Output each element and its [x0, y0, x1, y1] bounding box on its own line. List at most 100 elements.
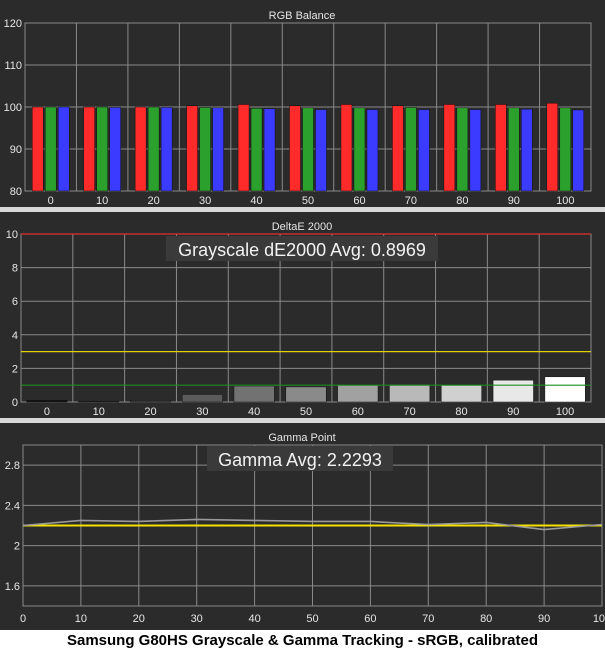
- rgb-bar-green: [559, 107, 572, 192]
- rgb-bar-red: [186, 105, 198, 192]
- charts-canvas: RGB Balance80901001101200 10 20 30 40 50 60 70 8…: [0, 0, 605, 630]
- rgb-bar-green: [147, 106, 160, 192]
- rgb-bar-green: [199, 107, 211, 192]
- x-tick-label: 50: [306, 613, 318, 625]
- x-tick-label: 30: [199, 195, 211, 207]
- deltae-bar: [389, 384, 431, 403]
- y-tick-label: 100: [4, 102, 22, 114]
- x-tick-label: 80: [455, 406, 467, 418]
- x-tick-label: 40: [250, 195, 262, 207]
- chart-title: Gamma Point: [268, 432, 335, 444]
- chart-title: RGB Balance: [269, 10, 336, 22]
- x-tick-label: 0: [20, 613, 26, 625]
- deltae-bar: [233, 385, 275, 403]
- rgb-bar-blue: [160, 107, 173, 192]
- deltae-bar: [337, 384, 379, 403]
- chart-title: DeltaE 2000: [272, 221, 333, 233]
- rgb-bar-red: [443, 104, 456, 192]
- rgb-bar-green: [405, 107, 417, 192]
- deltae-bar: [492, 379, 534, 403]
- rgb-bar-red: [495, 104, 507, 192]
- x-tick-label: 10: [75, 613, 87, 625]
- x-tick-label: 0: [44, 406, 50, 418]
- rgb-bar-blue: [521, 108, 533, 192]
- deltae-bar: [130, 400, 172, 403]
- x-tick-label: 30: [191, 613, 203, 625]
- rgb-bar-red: [31, 106, 44, 192]
- x-tick-label: 80: [480, 613, 492, 625]
- x-tick-label: 10: [96, 195, 108, 207]
- x-tick-label: 80: [456, 195, 468, 207]
- panel-separator: [0, 418, 605, 423]
- y-tick-label: 110: [4, 60, 22, 72]
- y-tick-label: 120: [4, 18, 22, 30]
- deltae-bar: [285, 386, 327, 403]
- rgb-bar-green: [250, 108, 263, 192]
- y-tick-label: 10: [6, 229, 18, 241]
- rgb-bar-red: [546, 102, 559, 192]
- x-tick-label: 50: [300, 406, 312, 418]
- x-tick-label: 40: [248, 406, 260, 418]
- gamma-average-label: Gamma Avg: 2.2293: [218, 450, 382, 470]
- y-tick-label: 80: [10, 186, 22, 198]
- y-tick-label: 2: [12, 363, 18, 375]
- x-tick-label: 60: [364, 613, 376, 625]
- rgb-bar-green: [302, 107, 314, 192]
- rgb-bar-red: [134, 106, 147, 192]
- rgb-bar-blue: [572, 109, 585, 192]
- x-tick-label: 40: [248, 613, 260, 625]
- rgb-bar-red: [83, 106, 95, 192]
- panel-separator: [0, 207, 605, 212]
- x-tick-label: 20: [133, 613, 145, 625]
- y-tick-label: 8: [12, 263, 18, 275]
- y-tick-label: 2.4: [5, 500, 20, 512]
- rgb-bar-blue: [469, 109, 482, 192]
- deltae-bar: [78, 400, 120, 403]
- rgb-bar-green: [96, 106, 108, 192]
- figure: RGB Balance 80 90 100 110 120 0 10 20 30 40 50 60 70 8…: [0, 0, 605, 652]
- rgb-bar-blue: [366, 109, 379, 192]
- x-tick-label: 60: [352, 406, 364, 418]
- x-tick-label: 100: [556, 195, 574, 207]
- rgb-bar-green: [456, 107, 469, 192]
- rgb-bar-blue: [263, 108, 276, 192]
- rgb-bar-green: [508, 107, 520, 192]
- x-tick-label: 10: [93, 406, 105, 418]
- x-tick-label: 0: [48, 195, 54, 207]
- rgb-bar-green: [353, 107, 366, 192]
- rgb-bar-blue: [212, 107, 224, 192]
- x-tick-label: 100: [556, 406, 574, 418]
- x-tick-label: 60: [353, 195, 365, 207]
- x-tick-label: 100: [593, 613, 605, 625]
- x-tick-label: 20: [144, 406, 156, 418]
- rgb-bar-green: [44, 106, 57, 192]
- x-tick-label: 50: [302, 195, 314, 207]
- x-tick-label: 70: [405, 195, 417, 207]
- rgb-bar-red: [340, 104, 353, 192]
- deltae-average-label: Grayscale dE2000 Avg: 0.8969: [178, 240, 426, 260]
- rgb-bar-blue: [418, 109, 430, 192]
- rgb-bar-blue: [57, 106, 70, 192]
- x-tick-label: 90: [538, 613, 550, 625]
- rgb-bar-red: [237, 104, 250, 192]
- x-tick-label: 90: [508, 195, 520, 207]
- x-tick-label: 90: [507, 406, 519, 418]
- y-tick-label: 90: [10, 144, 22, 156]
- y-tick-label: 6: [12, 296, 18, 308]
- deltae-bar: [544, 376, 586, 403]
- rgb-bar-blue: [109, 107, 121, 192]
- x-tick-label: 70: [422, 613, 434, 625]
- deltae-bar: [181, 394, 223, 403]
- y-tick-label: 0: [12, 397, 18, 409]
- rgb-bar-red: [289, 105, 301, 192]
- deltae-bar: [26, 400, 68, 403]
- y-tick-label: 2.8: [5, 460, 20, 472]
- y-tick-label: 2: [14, 541, 20, 553]
- x-tick-label: 70: [404, 406, 416, 418]
- y-tick-label: 1.6: [5, 581, 20, 593]
- rgb-bar-blue: [315, 109, 327, 192]
- rgb-bar-red: [392, 105, 404, 192]
- figure-caption: Samsung G80HS Grayscale & Gamma Tracking…: [0, 630, 605, 652]
- deltae-bar: [440, 384, 482, 403]
- y-tick-label: 4: [12, 330, 18, 342]
